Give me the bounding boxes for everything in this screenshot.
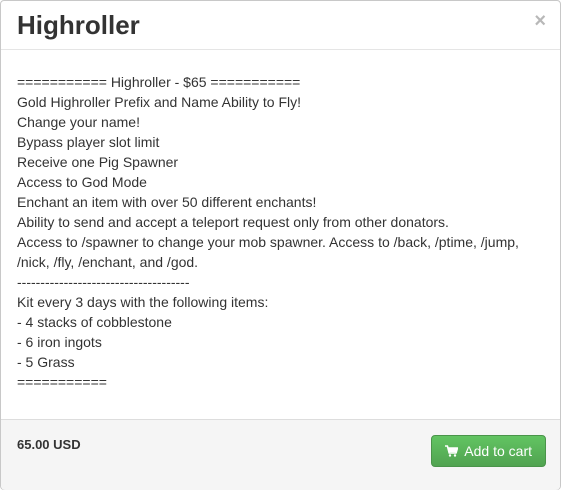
description-line: Access to God Mode — [17, 174, 147, 190]
description-line: Access to /spawner to change your mob sp… — [17, 234, 519, 270]
description-line: Receive one Pig Spawner — [17, 154, 179, 170]
description-line: Kit every 3 days with the following item… — [17, 294, 269, 310]
description-line: =========== Highroller - $65 =========== — [17, 74, 301, 90]
modal-title: Highroller — [17, 10, 140, 40]
description-line: Bypass player slot limit — [17, 134, 160, 150]
package-modal: Highroller × =========== Highroller - $6… — [0, 0, 561, 490]
price-label: 65.00 USD — [17, 437, 81, 452]
shopping-cart-icon — [445, 445, 459, 457]
description-line: Gold Highroller Prefix and Name Ability … — [17, 94, 301, 110]
add-to-cart-label: Add to cart — [464, 443, 532, 459]
description-line: - 5 Grass — [17, 354, 75, 370]
package-description: =========== Highroller - $65 ===========… — [17, 72, 544, 392]
description-line: Ability to send and accept a teleport re… — [17, 214, 449, 230]
modal-footer: 65.00 USD Add to cart — [1, 419, 560, 490]
add-to-cart-button[interactable]: Add to cart — [431, 435, 546, 467]
modal-header: Highroller × — [1, 1, 560, 50]
description-line: Enchant an item with over 50 different e… — [17, 194, 317, 210]
description-line: Change your name! — [17, 114, 140, 130]
description-line: =========== — [17, 374, 107, 390]
close-button[interactable]: × — [534, 10, 546, 32]
description-line: ------------------------------------- — [17, 274, 190, 290]
description-line: - 6 iron ingots — [17, 334, 102, 350]
description-line: - 4 stacks of cobblestone — [17, 314, 172, 330]
